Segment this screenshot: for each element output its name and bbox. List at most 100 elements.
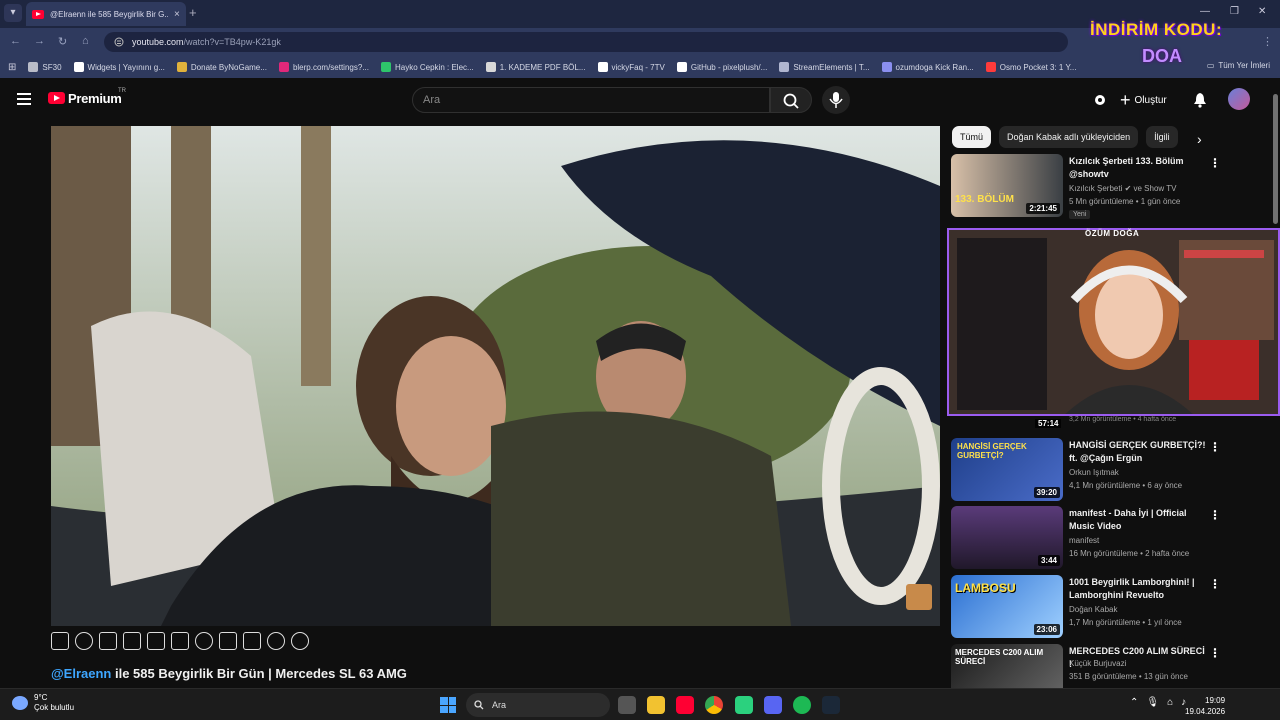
weather-condition: Çok bulutlu	[34, 703, 75, 712]
browser-menu-icon[interactable]: ⋮	[1262, 35, 1273, 48]
bookmark-item[interactable]: Widgets | Yayınını g...	[73, 62, 165, 72]
extension-gear-icon[interactable]	[1092, 93, 1108, 107]
clock[interactable]: 19:09 19.04.2026	[1185, 695, 1225, 717]
weather-widget[interactable]: 9°C Çok bulutlu	[12, 693, 74, 713]
url-text[interactable]: youtube.com/watch?v=TB4pw-K21gk	[132, 37, 281, 47]
search-input[interactable]	[413, 88, 743, 112]
video-thumbnail[interactable]: 133. BÖLÜM 2:21:45	[951, 154, 1063, 217]
home-icon[interactable]: ⌂	[82, 35, 89, 47]
reload-icon[interactable]: ↻	[58, 35, 67, 48]
bookmark-item[interactable]: 1. KADEME PDF BÖL...	[485, 62, 586, 72]
youtube-premium-logo[interactable]: Premium	[68, 91, 122, 106]
more-options-icon[interactable]: ⋮	[1209, 646, 1221, 660]
steam-icon[interactable]	[822, 696, 840, 714]
recommendation-title[interactable]: 1001 Beygirlik Lamborghini! | Lamborghin…	[1069, 576, 1209, 602]
video-thumbnail[interactable]: 3:44	[951, 506, 1063, 569]
screenshot-icon[interactable]	[243, 632, 261, 650]
back-icon[interactable]: ←	[10, 35, 21, 47]
video-thumbnail[interactable]: LAMBOSU 23:06	[951, 575, 1063, 638]
youtube-app-icon[interactable]	[676, 696, 694, 714]
all-bookmarks-button[interactable]: ▭ Tüm Yer İmleri	[1207, 61, 1270, 70]
chrome-icon[interactable]	[705, 696, 723, 714]
page-scrollbar[interactable]	[1270, 84, 1280, 688]
scrollbar-thumb[interactable]	[1273, 94, 1278, 224]
video-thumbnail[interactable]: HANGİSİ GERÇEK GURBETÇİ? 39:20	[951, 438, 1063, 501]
voice-search-button[interactable]	[822, 86, 850, 114]
account-avatar[interactable]	[1228, 88, 1250, 110]
notifications-bell-icon[interactable]	[1193, 92, 1207, 108]
flask-icon[interactable]	[267, 632, 285, 650]
bookmark-item[interactable]: GitHub - pixelplush/...	[676, 62, 767, 72]
partially-hidden-recommendation[interactable]: 57:14 3,2 Mn görüntüleme • 4 hafta önce	[951, 416, 1251, 432]
bookmark-item[interactable]: vickyFaq - 7TV	[597, 62, 665, 72]
more-options-icon[interactable]: ⋮	[1209, 440, 1221, 454]
active-tab[interactable]: @Elraenn ile 585 Beygirlik Bir G... ×	[26, 2, 186, 26]
chip-from-uploader[interactable]: Doğan Kabak adlı yükleyiciden	[999, 126, 1139, 148]
chip-all[interactable]: Tümü	[952, 126, 992, 148]
restore-icon[interactable]: ❐	[1230, 6, 1239, 17]
recommendation-title[interactable]: Kızılcık Şerbeti 133. Bölüm @showtv	[1069, 155, 1209, 181]
bookmark-item[interactable]: Donate ByNoGame...	[176, 62, 267, 72]
chevron-right-icon[interactable]: ›	[1197, 131, 1202, 147]
tray-chevron-icon[interactable]: ⌃	[1130, 697, 1138, 708]
channel-name[interactable]: Küçük Burjuvazi	[1069, 659, 1126, 668]
site-info-icon[interactable]	[114, 37, 124, 47]
minimize-icon[interactable]: —	[1200, 6, 1210, 17]
channel-name[interactable]: manifest	[1069, 536, 1099, 545]
taskbar-search[interactable]: Ara	[466, 693, 610, 717]
spotify-icon[interactable]	[793, 696, 811, 714]
tab-search-button[interactable]: ▾	[4, 4, 22, 22]
discord-icon[interactable]	[764, 696, 782, 714]
recommendation-title[interactable]: HANGİSİ GERÇEK GURBETÇİ?! ft. @Çağın Erg…	[1069, 439, 1209, 465]
bookmark-item[interactable]: StreamElements | T...	[779, 62, 870, 72]
channel-name[interactable]: Doğan Kabak	[1069, 605, 1117, 614]
channel-name[interactable]: Orkun Işıtmak	[1069, 468, 1119, 477]
close-window-icon[interactable]: ✕	[1258, 6, 1266, 17]
thumbnail-text: LAMBOSU	[955, 581, 1016, 595]
more-options-icon[interactable]: ⋮	[1209, 508, 1221, 522]
video-player[interactable]	[51, 126, 940, 626]
youtube-logo-icon[interactable]	[48, 92, 65, 104]
video-thumbnail[interactable]: MERCEDES C200 ALIM SÜRECİ	[951, 644, 1063, 688]
file-explorer-icon[interactable]	[647, 696, 665, 714]
speed-icon[interactable]	[195, 632, 213, 650]
settings-gear-icon[interactable]	[291, 632, 309, 650]
recommendation-item[interactable]: 3:44 manifest - Daha İyi | Official Musi…	[951, 506, 1251, 570]
app-icon[interactable]	[735, 696, 753, 714]
search-button[interactable]	[770, 87, 812, 113]
audio-icon[interactable]	[75, 632, 93, 650]
miniplayer-icon[interactable]	[147, 632, 165, 650]
theater-icon[interactable]	[123, 632, 141, 650]
recommendation-item[interactable]: 133. BÖLÜM 2:21:45 Kızılcık Şerbeti 133.…	[951, 154, 1251, 219]
forward-icon[interactable]: →	[34, 35, 45, 47]
apps-grid-icon[interactable]: ⊞	[8, 62, 16, 73]
bookmark-item[interactable]: ozumdoga Kick Ran...	[881, 62, 974, 72]
recommendation-item[interactable]: HANGİSİ GERÇEK GURBETÇİ? 39:20 HANGİSİ G…	[951, 438, 1251, 502]
visibility-icon[interactable]	[99, 632, 117, 650]
more-options-icon[interactable]: ⋮	[1209, 577, 1221, 591]
address-bar[interactable]: youtube.com/watch?v=TB4pw-K21gk	[104, 32, 1068, 52]
chip-related[interactable]: İlgili	[1146, 126, 1178, 148]
recommendation-item[interactable]: MERCEDES C200 ALIM SÜRECİ MERCEDES C200 …	[951, 644, 1251, 688]
add-icon[interactable]	[219, 632, 237, 650]
channel-name[interactable]: Kızılcık Şerbeti ✔ ve Show TV	[1069, 184, 1176, 193]
stats-icon[interactable]	[171, 632, 189, 650]
player-extension-controls	[51, 632, 309, 650]
more-options-icon[interactable]: ⋮	[1209, 156, 1221, 170]
bookmark-item[interactable]: Hayko Cepkin : Elec...	[380, 62, 474, 72]
bookmark-item[interactable]: blerp.com/settings?...	[278, 62, 369, 72]
new-tab-button[interactable]: +	[189, 5, 197, 20]
recommendation-title[interactable]: manifest - Daha İyi | Official Music Vid…	[1069, 507, 1209, 533]
video-title-mention-link[interactable]: @Elraenn	[51, 666, 111, 681]
microphone-tray-icon[interactable]: 🎙	[1146, 697, 1159, 708]
hamburger-menu-icon[interactable]	[17, 93, 31, 105]
network-icon[interactable]: ⌂	[1167, 697, 1173, 708]
loop-icon[interactable]	[51, 632, 69, 650]
task-view-icon[interactable]	[618, 696, 636, 714]
tab-close-icon[interactable]: ×	[174, 9, 180, 20]
windows-start-icon[interactable]	[440, 697, 456, 713]
create-button[interactable]: + Oluştur	[1120, 88, 1167, 112]
bookmark-item[interactable]: SF30	[28, 62, 62, 72]
recommendation-item[interactable]: LAMBOSU 23:06 1001 Beygirlik Lamborghini…	[951, 575, 1251, 639]
bookmark-item[interactable]: Osmo Pocket 3: 1 Y...	[985, 62, 1076, 72]
